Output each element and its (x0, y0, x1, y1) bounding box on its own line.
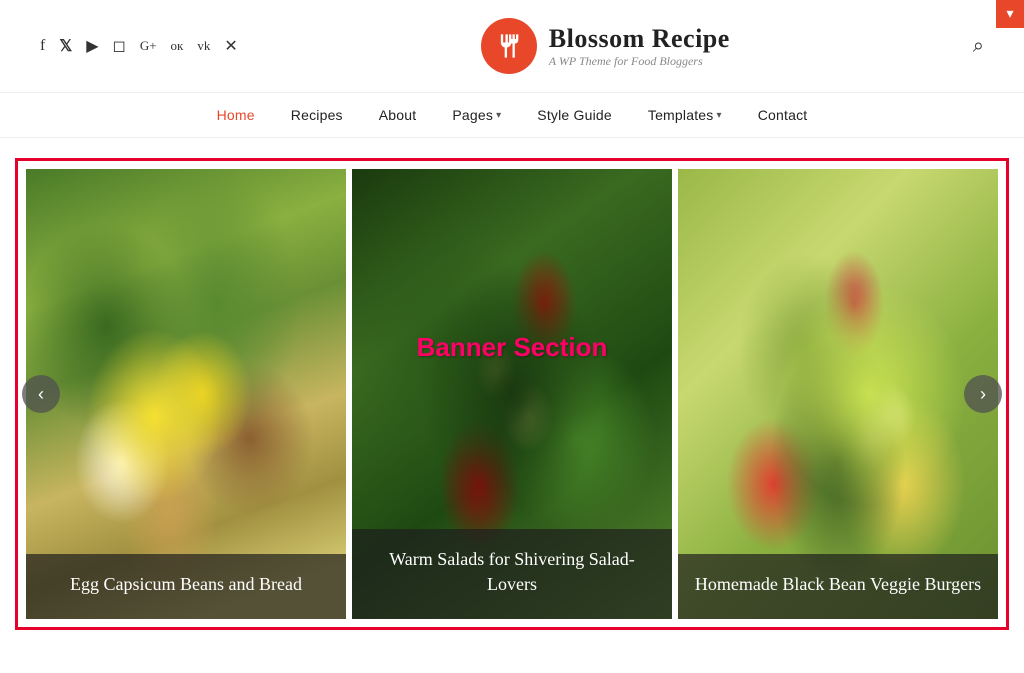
nav-item-contact[interactable]: Contact (758, 107, 808, 123)
slide-1-caption: Egg Capsicum Beans and Bread (26, 554, 346, 619)
instagram-icon[interactable]: ◻ (113, 36, 126, 56)
nav-item-recipes[interactable]: Recipes (291, 107, 343, 123)
xing-icon[interactable]: ✕ (224, 36, 237, 56)
nav-item-about[interactable]: About (379, 107, 417, 123)
nav-item-pages[interactable]: Pages ▾ (452, 107, 501, 123)
vk-icon[interactable]: vk (197, 38, 210, 54)
logo-text-area: Blossom Recipe A WP Theme for Food Blogg… (549, 24, 730, 69)
slide-1: Egg Capsicum Beans and Bread (26, 169, 346, 619)
odnoklassniki-icon[interactable]: ок (171, 38, 184, 54)
google-plus-icon[interactable]: G+ (140, 38, 157, 54)
slider-prev-button[interactable]: ‹ (22, 375, 60, 413)
logo-circle (481, 18, 537, 74)
nav-item-style-guide[interactable]: Style Guide (537, 107, 612, 123)
slide-3-caption: Homemade Black Bean Veggie Burgers (678, 554, 998, 619)
slides-container: Egg Capsicum Beans and Bread Banner Sect… (26, 169, 998, 619)
navigation: Home Recipes About Pages ▾ Style Guide T… (0, 93, 1024, 138)
banner-label: Banner Section (417, 332, 608, 363)
slide-2-caption: Warm Salads for Shivering Salad-Lovers (352, 529, 672, 619)
top-bar: f 𝕏 ▶ ◻ G+ ок vk ✕ Blossom Recipe A WP T… (0, 0, 1024, 93)
facebook-icon[interactable]: f (40, 37, 45, 55)
chevron-down-icon: ▾ (1006, 6, 1013, 23)
main-content: ‹ Egg Capsicum Beans and Bread Banner Se… (0, 138, 1024, 650)
slide-3-image (678, 169, 998, 619)
fork-icon (495, 32, 523, 60)
slider-wrapper: ‹ Egg Capsicum Beans and Bread Banner Se… (26, 169, 998, 619)
dropdown-indicator[interactable]: ▾ (996, 0, 1024, 28)
slide-2: Banner Section Warm Salads for Shivering… (352, 169, 672, 619)
slider-next-button[interactable]: › (964, 375, 1002, 413)
nav-item-home[interactable]: Home (217, 107, 255, 123)
slide-1-image (26, 169, 346, 619)
social-icons: f 𝕏 ▶ ◻ G+ ок vk ✕ (40, 36, 238, 56)
site-subtitle: A WP Theme for Food Bloggers (549, 54, 730, 69)
logo-area[interactable]: Blossom Recipe A WP Theme for Food Blogg… (481, 18, 730, 74)
twitter-icon[interactable]: 𝕏 (59, 36, 72, 56)
search-icon: ⌕ (973, 35, 984, 57)
banner-section: ‹ Egg Capsicum Beans and Bread Banner Se… (15, 158, 1009, 630)
search-button[interactable]: ⌕ (973, 35, 984, 58)
nav-item-templates[interactable]: Templates ▾ (648, 107, 722, 123)
pages-dropdown-arrow: ▾ (496, 110, 501, 121)
templates-dropdown-arrow: ▾ (716, 110, 721, 121)
youtube-icon[interactable]: ▶ (86, 36, 98, 56)
slide-3: Homemade Black Bean Veggie Burgers (678, 169, 998, 619)
site-title: Blossom Recipe (549, 24, 730, 54)
